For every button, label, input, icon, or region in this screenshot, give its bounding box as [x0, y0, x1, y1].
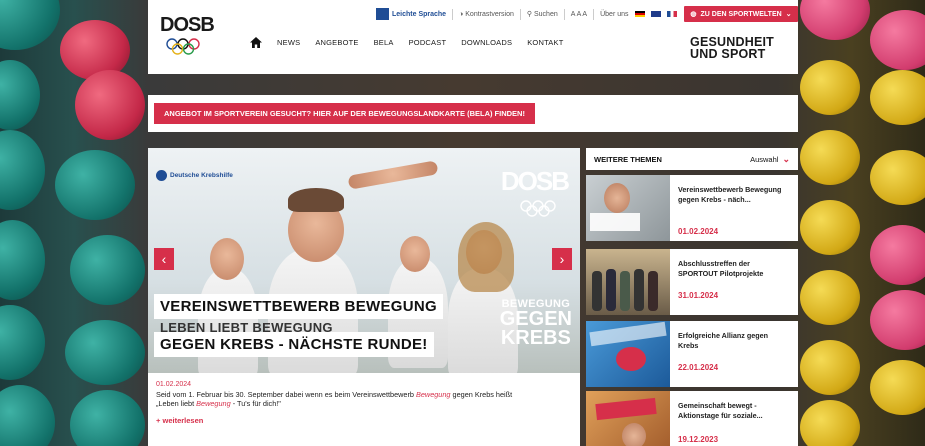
sportwelten-label: ZU DEN SPORTWELTEN	[700, 10, 782, 18]
chevron-right-icon: ›	[559, 251, 565, 267]
sidebar-card[interactable]: Erfolgreiche Allianz gegen Krebs 22.01.2…	[586, 321, 798, 387]
bela-banner: ANGEBOT IM SPORTVEREIN GESUCHT? HIER AUF…	[148, 95, 798, 132]
utility-bar: Leichte Sprache ◑ Kontrastversion ⚲ Such…	[376, 7, 677, 21]
hero-person-head	[210, 238, 244, 280]
sidebar-header: WEITERE THEMEN Auswahl ⌄	[586, 148, 798, 170]
sidebar-title: WEITERE THEMEN	[594, 154, 662, 164]
chevron-down-icon: ⌄	[785, 11, 792, 18]
plus-icon: +	[156, 416, 161, 425]
slider-prev-button[interactable]: ‹	[154, 248, 174, 270]
logo-line-2: UND SPORT	[690, 47, 766, 61]
card-thumbnail	[586, 249, 670, 315]
hero-person-head	[400, 236, 430, 272]
hero-title-line-3: GEGEN KREBS - NÄCHSTE RUNDE!	[154, 332, 434, 357]
leichte-sprache-link[interactable]: Leichte Sprache	[376, 8, 446, 20]
olympic-rings-white-icon	[520, 200, 556, 217]
article-date: 01.02.2024	[156, 381, 192, 388]
kontrast-label: Kontrastversion	[465, 10, 514, 18]
gesundheit-und-sport-logo[interactable]: GESUNDHEIT UND SPORT	[690, 36, 774, 61]
main-nav: NEWS ANGEBOTE BELA PODCAST DOWNLOADS KON…	[250, 37, 563, 48]
divider	[519, 8, 521, 20]
auswahl-dropdown[interactable]: Auswahl ⌄	[750, 154, 790, 165]
dosb-logo-text: DOSB	[160, 14, 215, 36]
weiterlesen-link[interactable]: + weiterlesen	[156, 416, 572, 425]
article-excerpt: Seid vom 1. Februar bis 30. September da…	[156, 390, 572, 408]
divider	[452, 8, 454, 20]
globe-icon: ◍	[690, 11, 697, 18]
site-header: DOSB Leichte Sprache ◑ Kontrastversion ⚲…	[148, 0, 798, 74]
hero-person-hair	[458, 222, 514, 292]
search-label: Suchen	[534, 11, 558, 18]
excerpt-text: Seid vom 1. Februar bis 30. September da…	[156, 390, 416, 399]
card-date: 01.02.2024	[678, 227, 719, 236]
card-thumbnail	[586, 175, 670, 241]
flag-de-icon[interactable]	[634, 11, 645, 17]
ueber-uns-link[interactable]: Über uns	[600, 11, 628, 18]
krebshilfe-icon	[156, 170, 167, 181]
card-title: Abschlusstreffen der SPORTOUT Pilotproje…	[678, 259, 764, 278]
leichte-sprache-label: Leichte Sprache	[392, 10, 447, 18]
chevron-down-icon: ⌄	[782, 153, 790, 164]
flag-en-icon[interactable]	[650, 11, 661, 17]
nav-podcast[interactable]: PODCAST	[409, 38, 447, 47]
search-link[interactable]: ⚲ Suchen	[527, 10, 558, 18]
dosb-logo[interactable]: DOSB	[160, 14, 215, 64]
hero-article: 01.02.2024 Seid vom 1. Februar bis 30. S…	[148, 373, 580, 446]
sidebar-card[interactable]: Gemeinschaft bewegt - Aktionstage für so…	[586, 391, 798, 446]
nav-angebote[interactable]: ANGEBOTE	[315, 38, 358, 47]
flag-fr-icon[interactable]	[666, 11, 677, 17]
excerpt-text: gegen Krebs heißt	[450, 390, 513, 399]
card-thumbnail	[586, 391, 670, 446]
chevron-left-icon: ‹	[161, 251, 167, 267]
badge-line-3: KREBS	[500, 327, 571, 349]
leichte-sprache-icon	[376, 8, 389, 20]
dosb-hero-logo: DOSB	[500, 166, 570, 196]
hero-slider[interactable]: Deutsche Krebshilfe DOSB BEWEGUNG GEGEN …	[148, 148, 580, 373]
olympic-rings-icon	[166, 38, 200, 55]
excerpt-link[interactable]: Bewegung	[416, 390, 451, 399]
hero-person-hair	[288, 188, 344, 212]
card-title: Vereinswettbewerb Bewegung gegen Krebs -…	[678, 185, 782, 204]
nav-news[interactable]: NEWS	[277, 38, 300, 47]
sportwelten-button[interactable]: ◍ ZU DEN SPORTWELTEN ⌄	[684, 6, 798, 22]
divider	[593, 8, 595, 20]
divider	[563, 8, 565, 20]
excerpt-text: - Tu's für dich!"	[230, 399, 281, 408]
card-title: Erfolgreiche Allianz gegen Krebs	[678, 331, 768, 350]
bewegung-gegen-krebs-logo: BEWEGUNG GEGEN KREBS	[500, 298, 572, 348]
card-date: 22.01.2024	[678, 363, 719, 372]
home-icon[interactable]	[250, 37, 262, 48]
nav-downloads[interactable]: DOWNLOADS	[461, 38, 512, 47]
card-title: Gemeinschaft bewegt - Aktionstage für so…	[678, 401, 763, 420]
card-date: 31.01.2024	[678, 291, 719, 300]
card-date: 19.12.2023	[678, 435, 719, 444]
weiterlesen-label: weiterlesen	[162, 416, 204, 425]
krebshilfe-label: Deutsche Krebshilfe	[170, 172, 233, 179]
nav-bela[interactable]: BELA	[374, 38, 394, 47]
krebshilfe-logo: Deutsche Krebshilfe	[156, 170, 233, 181]
nav-kontakt[interactable]: KONTAKT	[527, 38, 563, 47]
hero-title-line-1: VEREINSWETTBEWERB BEWEGUNG	[154, 294, 443, 319]
sidebar-weitere-themen: WEITERE THEMEN Auswahl ⌄ Vereinswettbewe…	[586, 148, 798, 446]
sidebar-card[interactable]: Vereinswettbewerb Bewegung gegen Krebs -…	[586, 175, 798, 241]
font-size-control[interactable]: A A A	[571, 11, 587, 18]
sidebar-card[interactable]: Abschlusstreffen der SPORTOUT Pilotproje…	[586, 249, 798, 315]
bela-button[interactable]: ANGEBOT IM SPORTVEREIN GESUCHT? HIER AUF…	[154, 103, 535, 124]
card-thumbnail	[586, 321, 670, 387]
search-icon: ⚲	[526, 11, 533, 18]
kontrast-link[interactable]: ◑ Kontrastversion	[459, 11, 514, 18]
auswahl-label: Auswahl	[750, 154, 779, 164]
slider-next-button[interactable]: ›	[552, 248, 572, 270]
excerpt-link[interactable]: Bewegung	[196, 399, 231, 408]
excerpt-text: „Leben liebt	[156, 399, 197, 408]
